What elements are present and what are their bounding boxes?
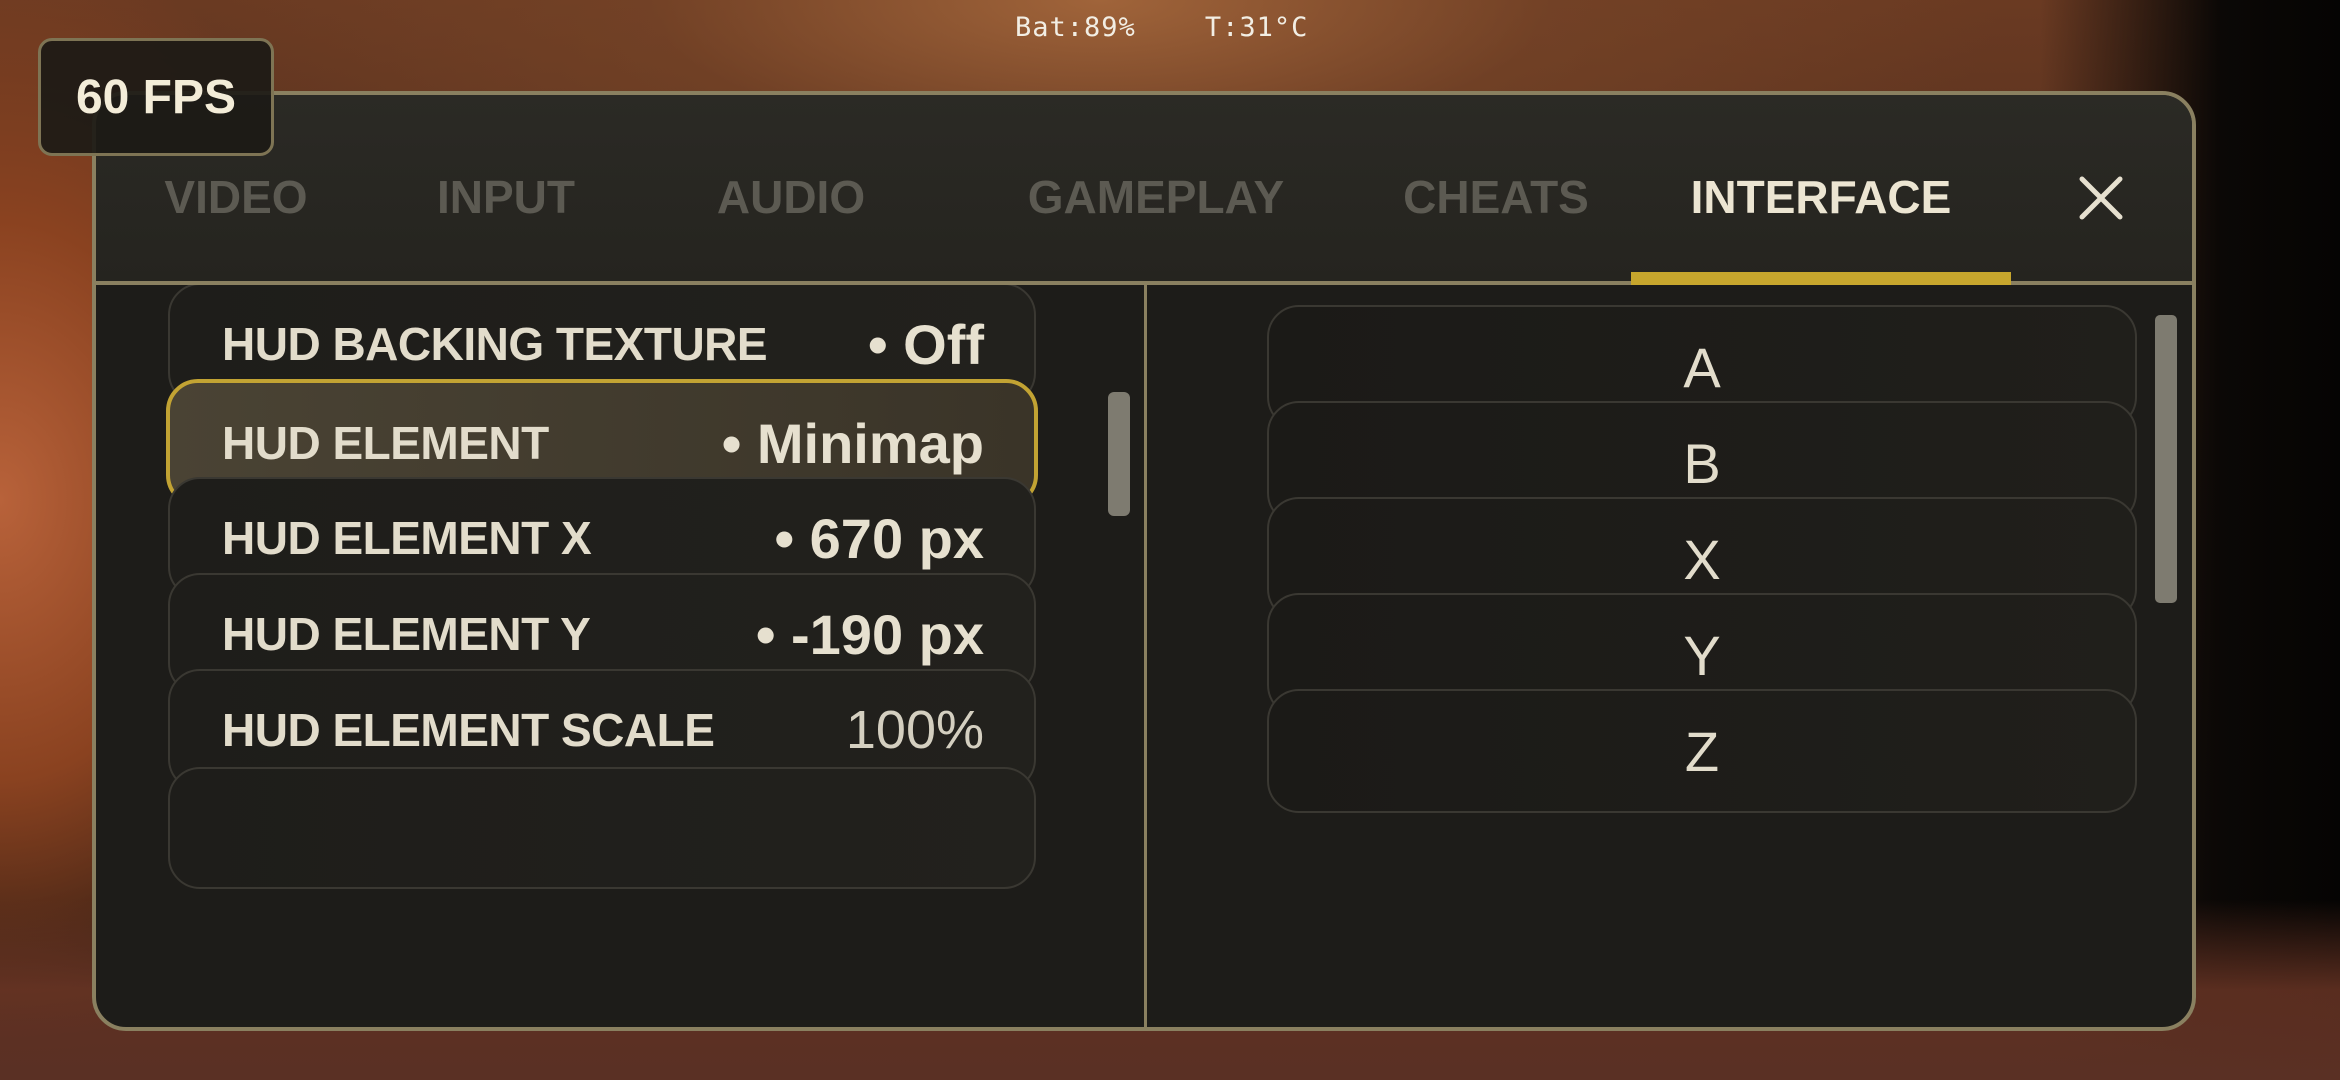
key-list[interactable]: A B X Y Z bbox=[1147, 285, 2192, 1027]
setting-partial-row[interactable] bbox=[168, 767, 1036, 889]
tab-video[interactable]: VIDEO bbox=[136, 167, 336, 227]
key-list-scrollbar[interactable] bbox=[2155, 315, 2177, 603]
tab-interface[interactable]: INTERFACE bbox=[1631, 167, 2011, 227]
key-option-z[interactable]: Z bbox=[1267, 689, 2137, 813]
tab-cheats[interactable]: CHEATS bbox=[1376, 167, 1616, 227]
tab-input[interactable]: INPUT bbox=[411, 167, 601, 227]
settings-scrollbar[interactable] bbox=[1108, 392, 1130, 516]
tab-bar: VIDEO INPUT AUDIO GAMEPLAY CHEATS INTERF… bbox=[96, 95, 2192, 285]
temperature-status: T:31°C bbox=[1204, 12, 1309, 43]
tab-gameplay[interactable]: GAMEPLAY bbox=[1001, 167, 1311, 227]
active-tab-indicator bbox=[1631, 272, 2011, 285]
fps-counter: 60 FPS bbox=[38, 38, 274, 156]
battery-status: Bat:89% bbox=[1015, 12, 1136, 43]
status-bar: Bat:89% T:31°C bbox=[1015, 12, 1308, 43]
close-icon bbox=[2079, 176, 2123, 220]
settings-panel: VIDEO INPUT AUDIO GAMEPLAY CHEATS INTERF… bbox=[92, 91, 2196, 1031]
settings-list[interactable]: HUD BACKING TEXTURE • Off HUD ELEMENT • … bbox=[96, 285, 1144, 1027]
close-button[interactable] bbox=[2066, 163, 2136, 233]
tab-audio[interactable]: AUDIO bbox=[691, 167, 891, 227]
